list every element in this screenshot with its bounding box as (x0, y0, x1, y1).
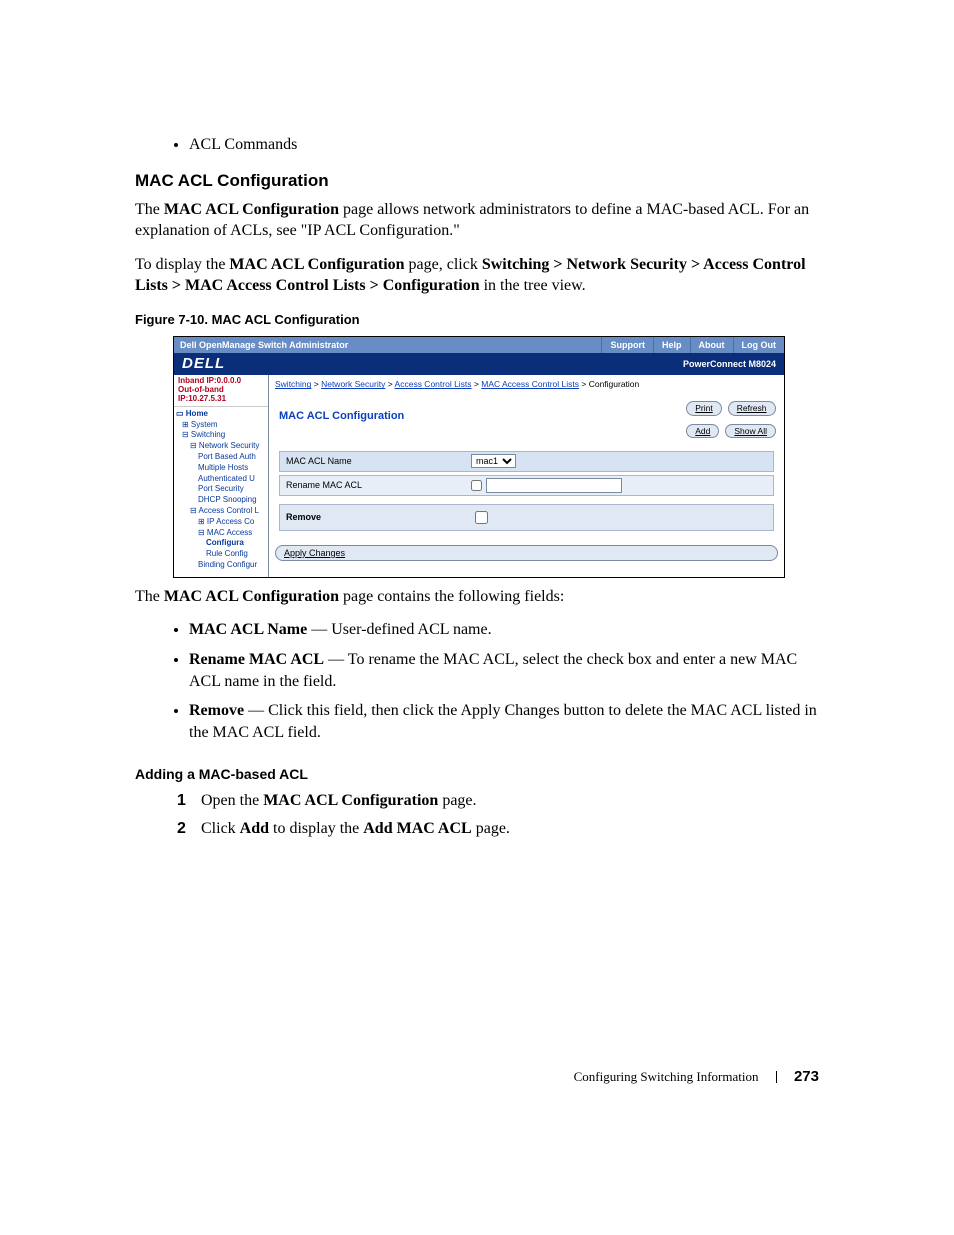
print-button[interactable]: Print (686, 401, 721, 415)
tree-item[interactable]: ⊟ Switching (176, 430, 268, 441)
step-1: Open the MAC ACL Configuration page. (177, 790, 819, 812)
apply-changes-button[interactable]: Apply Changes (275, 545, 778, 561)
text-bold: MAC ACL Configuration (229, 256, 404, 273)
field-term: Rename MAC ACL (189, 651, 324, 668)
about-button[interactable]: About (690, 337, 733, 353)
breadcrumb-sep: > (472, 379, 482, 389)
breadcrumb-link[interactable]: MAC Access Control Lists (481, 379, 579, 389)
label-mac-acl-name: MAC ACL Name (286, 455, 471, 467)
steps-list: Open the MAC ACL Configuration page. Cli… (135, 790, 819, 839)
para-mac-acl-intro: The MAC ACL Configuration page allows ne… (135, 199, 819, 242)
dell-logo: DELL (174, 354, 683, 374)
tree-item[interactable]: Rule Config (176, 549, 268, 560)
select-mac-acl-name[interactable]: mac1 (471, 454, 516, 468)
bullet-acl-commands: ACL Commands (189, 134, 819, 156)
checkbox-remove[interactable] (475, 511, 488, 524)
text-bold: MAC ACL Configuration (263, 792, 438, 809)
tree-item[interactable]: Port Based Auth (176, 452, 268, 463)
checkbox-rename[interactable] (471, 480, 482, 491)
text: The (135, 588, 164, 605)
main-panel: Switching > Network Security > Access Co… (269, 375, 784, 576)
field-text: — Click this field, then click the Apply… (189, 702, 817, 741)
breadcrumb: Switching > Network Security > Access Co… (275, 379, 778, 390)
text: page, click (405, 256, 482, 273)
field-term: MAC ACL Name (189, 621, 307, 638)
field-descriptions: MAC ACL Name — User-defined ACL name. Ren… (135, 619, 819, 743)
text: page. (438, 792, 476, 809)
text-bold: Add (240, 820, 269, 837)
oob-ip: Out-of-band IP:10.27.5.31 (178, 386, 264, 404)
breadcrumb-link[interactable]: Access Control Lists (395, 379, 472, 389)
heading-adding-mac-acl: Adding a MAC-based ACL (135, 765, 819, 784)
tree-item[interactable]: Configura (176, 538, 268, 549)
page-footer: Configuring Switching Information 273 (574, 1068, 819, 1085)
breadcrumb-sep: > (385, 379, 394, 389)
tree-item[interactable]: Authenticated U (176, 474, 268, 485)
add-button[interactable]: Add (686, 424, 719, 438)
text: To display the (135, 256, 229, 273)
breadcrumb-current: Configuration (589, 379, 640, 389)
refresh-button[interactable]: Refresh (728, 401, 776, 415)
heading-mac-acl-configuration: MAC ACL Configuration (135, 170, 819, 193)
tree-item[interactable]: Binding Configur (176, 560, 268, 571)
field-item: Remove — Click this field, then click th… (189, 700, 819, 743)
text: page contains the following fields: (339, 588, 564, 605)
figure-caption: Figure 7-10. MAC ACL Configuration (135, 311, 819, 329)
sidebar: Inband IP:0.0.0.0 Out-of-band IP:10.27.5… (174, 375, 269, 576)
field-term: Remove (189, 702, 244, 719)
product-name: PowerConnect M8024 (683, 358, 784, 370)
support-button[interactable]: Support (601, 337, 653, 353)
text: Open the (201, 792, 263, 809)
brand-bar: DELL PowerConnect M8024 (174, 353, 784, 375)
text: in the tree view. (480, 277, 586, 294)
screenshot-mac-acl-configuration: Dell OpenManage Switch Administrator Sup… (173, 336, 785, 577)
text: Click (201, 820, 240, 837)
text: to display the (269, 820, 363, 837)
tree-item[interactable]: ▭ Home (176, 409, 268, 420)
window-title: Dell OpenManage Switch Administrator (174, 339, 601, 351)
label-remove: Remove (286, 511, 471, 523)
label-rename-mac-acl: Rename MAC ACL (286, 479, 471, 491)
breadcrumb-link[interactable]: Switching (275, 379, 311, 389)
text-bold: MAC ACL Configuration (164, 201, 339, 218)
tree-item[interactable]: ⊟ MAC Access (176, 528, 268, 539)
input-rename[interactable] (486, 478, 622, 493)
text: The (135, 201, 164, 218)
logout-button[interactable]: Log Out (733, 337, 785, 353)
row-rename-mac-acl: Rename MAC ACL (279, 475, 774, 496)
help-button[interactable]: Help (653, 337, 690, 353)
ip-info: Inband IP:0.0.0.0 Out-of-band IP:10.27.5… (174, 375, 268, 406)
tree-item[interactable]: Multiple Hosts (176, 463, 268, 474)
field-item: Rename MAC ACL — To rename the MAC ACL, … (189, 649, 819, 692)
text-bold: MAC ACL Configuration (164, 588, 339, 605)
field-item: MAC ACL Name — User-defined ACL name. (189, 619, 819, 641)
footer-divider (776, 1071, 777, 1083)
breadcrumb-link[interactable]: Network Security (321, 379, 385, 389)
tree-item[interactable]: ⊞ System (176, 420, 268, 431)
text: page. (472, 820, 510, 837)
acl-commands-list: ACL Commands (135, 134, 819, 156)
row-mac-acl-name: MAC ACL Name mac1 (279, 451, 774, 472)
row-remove: Remove (279, 504, 774, 531)
para-mac-acl-path: To display the MAC ACL Configuration pag… (135, 254, 819, 297)
step-2: Click Add to display the Add MAC ACL pag… (177, 818, 819, 840)
nav-tree[interactable]: ▭ Home⊞ System⊟ Switching⊟ Network Secur… (174, 407, 268, 577)
tree-item[interactable]: ⊟ Network Security (176, 441, 268, 452)
para-page-fields: The MAC ACL Configuration page contains … (135, 586, 819, 608)
page-number: 273 (794, 1068, 819, 1085)
tree-item[interactable]: DHCP Snooping (176, 495, 268, 506)
text-bold: Add MAC ACL (363, 820, 471, 837)
action-buttons: Print Refresh Add Show All (686, 401, 776, 437)
showall-button[interactable]: Show All (725, 424, 776, 438)
tree-item[interactable]: ⊞ IP Access Co (176, 517, 268, 528)
tree-item[interactable]: Port Security (176, 484, 268, 495)
window-topbar: Dell OpenManage Switch Administrator Sup… (174, 337, 784, 353)
breadcrumb-sep: > (311, 379, 321, 389)
breadcrumb-sep: > (579, 379, 589, 389)
footer-title: Configuring Switching Information (574, 1069, 759, 1084)
field-text: — User-defined ACL name. (307, 621, 491, 638)
tree-item[interactable]: ⊟ Access Control L (176, 506, 268, 517)
